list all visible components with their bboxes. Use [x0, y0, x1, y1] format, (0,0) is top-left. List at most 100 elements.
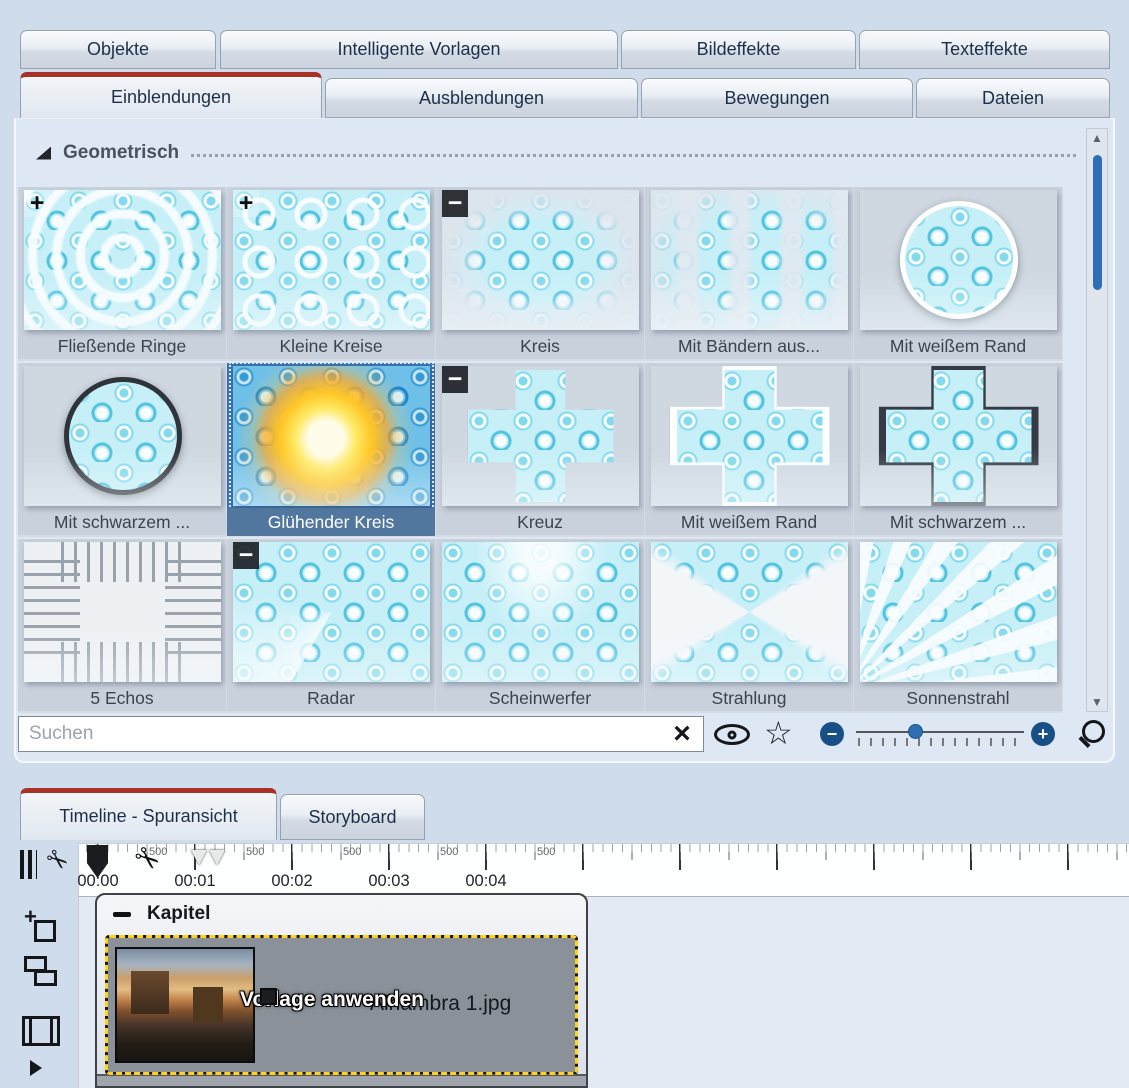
collapse-badge[interactable]: − [442, 366, 468, 393]
effect-thumbnail [860, 542, 1057, 682]
collapse-badge[interactable]: − [442, 190, 468, 217]
effect-card[interactable]: Mit schwarzem ... [18, 363, 227, 537]
effect-card[interactable]: Strahlung [645, 539, 854, 713]
search-box[interactable]: × [18, 716, 704, 752]
mouse-mode-icon[interactable]: ✂ [20, 845, 68, 885]
thumbnail-size-slider[interactable] [856, 722, 1024, 746]
tab-timeline-spuransicht[interactable]: Timeline - Spuransicht [20, 788, 277, 840]
object-overlay-icon[interactable] [24, 954, 60, 992]
section-header[interactable]: Geometrisch [36, 142, 1076, 164]
effect-label: Strahlung [647, 684, 851, 712]
preview-eye-icon[interactable] [714, 724, 750, 745]
film-bars-icon [20, 850, 37, 879]
chapter-label: Kapitel [147, 903, 210, 925]
track-strip [97, 1074, 586, 1086]
scrollbar-track[interactable] [1087, 147, 1107, 693]
tab-label: Texteffekte [941, 39, 1028, 60]
timeline-clip[interactable]: Alhambra 1.jpg Vorlage anwenden [105, 935, 578, 1075]
ruler-minor-label: 500 [246, 846, 264, 858]
effect-card[interactable]: + Kleine Kreise [227, 187, 436, 361]
range-frame-icon[interactable] [22, 1016, 60, 1046]
chapter-collapse-button[interactable] [113, 912, 131, 917]
front-box-icon [34, 970, 57, 986]
search-input[interactable] [19, 717, 703, 751]
expand-badge[interactable]: + [24, 190, 50, 217]
section-divider [191, 154, 1076, 157]
favorites-star-icon[interactable]: ☆ [764, 714, 793, 752]
tab-label: Intelligente Vorlagen [337, 39, 500, 60]
tab-ausblendungen[interactable]: Ausblendungen [325, 78, 638, 118]
effect-card[interactable]: Scheinwerfer [436, 539, 645, 713]
effect-thumbnail [442, 190, 639, 330]
effect-thumbnail [860, 190, 1057, 330]
tab-label: Bewegungen [724, 88, 829, 109]
tab-texteffekte[interactable]: Texteffekte [859, 30, 1110, 69]
effect-card[interactable]: − Kreuz [436, 363, 645, 537]
effect-card[interactable]: − Radar [227, 539, 436, 713]
effect-card[interactable]: + Fließende Ringe [18, 187, 227, 361]
effect-thumbnail [442, 366, 639, 506]
tab-label: Timeline - Spuransicht [59, 806, 237, 827]
effect-thumbnail [651, 542, 848, 682]
tab-bewegungen[interactable]: Bewegungen [641, 78, 913, 118]
effect-thumbnail [651, 366, 848, 506]
effect-card[interactable]: Mit Bändern aus... [645, 187, 854, 361]
effect-label: Kreis [438, 332, 642, 360]
timeline-ruler[interactable]: 500 500 500 500 500 00:00 00:01 00:02 00… [78, 843, 1129, 897]
tab-intelligente-vorlagen[interactable]: Intelligente Vorlagen [220, 30, 618, 69]
tab-objekte[interactable]: Objekte [20, 30, 216, 69]
effect-label: Sonnenstrahl [856, 684, 1060, 712]
effect-card[interactable]: Mit weißem Rand [854, 187, 1063, 361]
slider-thumb[interactable] [908, 724, 923, 739]
effect-card[interactable]: 5 Echos [18, 539, 227, 713]
tab-label: Ausblendungen [419, 88, 544, 109]
effect-card[interactable]: Sonnenstrahl [854, 539, 1063, 713]
ruler-minor-label: 500 [343, 846, 361, 858]
ruler-ticks [79, 844, 1129, 896]
expand-tracks-icon[interactable] [30, 1060, 42, 1076]
tab-storyboard[interactable]: Storyboard [280, 794, 425, 840]
effect-card[interactable]: − Kreis [436, 187, 645, 361]
range-marker-icon[interactable] [209, 850, 225, 865]
magnifier-icon[interactable] [1077, 718, 1107, 748]
tab-dateien[interactable]: Dateien [916, 78, 1110, 118]
effect-label: Kleine Kreise [229, 332, 433, 360]
search-toolbar: × ☆ − + [0, 714, 1129, 754]
collapse-triangle-icon[interactable] [36, 147, 51, 160]
effect-thumbnail [24, 190, 221, 330]
scrollbar-thumb[interactable] [1093, 155, 1102, 290]
effect-label: Mit weißem Rand [856, 332, 1060, 360]
ruler-time-label: 00:01 [165, 872, 225, 891]
effect-card[interactable]: Mit weißem Rand [645, 363, 854, 537]
tab-bildeffekte[interactable]: Bildeffekte [621, 30, 856, 69]
tab-label: Bildeffekte [697, 39, 781, 60]
chapter-track[interactable]: Kapitel Alhambra 1.jpg Vorlage anwenden [95, 893, 588, 1088]
scrollbar-down-icon[interactable]: ▼ [1087, 693, 1107, 711]
range-marker-icon[interactable] [191, 850, 207, 865]
insert-object-icon[interactable]: + [24, 908, 58, 944]
effect-label: Mit schwarzem ... [20, 508, 224, 536]
search-clear-icon[interactable]: × [667, 717, 697, 751]
chapter-header: Kapitel [97, 895, 586, 933]
expand-badge[interactable]: + [233, 190, 259, 217]
tab-einblendungen[interactable]: Einblendungen [20, 72, 322, 118]
effect-thumbnail [233, 190, 430, 330]
collapse-badge[interactable]: − [233, 542, 259, 569]
effects-grid: + Fließende Ringe + Kleine Kreise − Krei… [18, 187, 1063, 715]
effects-scrollbar[interactable]: ▲ ▼ [1086, 128, 1108, 712]
ruler-minor-label: 500 [537, 846, 555, 858]
eye-pupil [728, 730, 737, 739]
plus-icon: + [24, 904, 37, 930]
zoom-in-button[interactable]: + [1031, 722, 1055, 746]
drag-cursor-icon [260, 988, 277, 1005]
scrollbar-up-icon[interactable]: ▲ [1087, 129, 1107, 147]
tab-label: Dateien [982, 88, 1044, 109]
effect-label: Mit weißem Rand [647, 508, 851, 536]
effect-label: 5 Echos [20, 684, 224, 712]
effect-card-selected[interactable]: Glühender Kreis [227, 363, 436, 537]
zoom-out-button[interactable]: − [820, 722, 844, 746]
effect-card[interactable]: Mit schwarzem ... [854, 363, 1063, 537]
effect-thumbnail [24, 542, 221, 682]
clip-thumbnail [115, 947, 255, 1063]
effect-thumbnail [233, 542, 430, 682]
